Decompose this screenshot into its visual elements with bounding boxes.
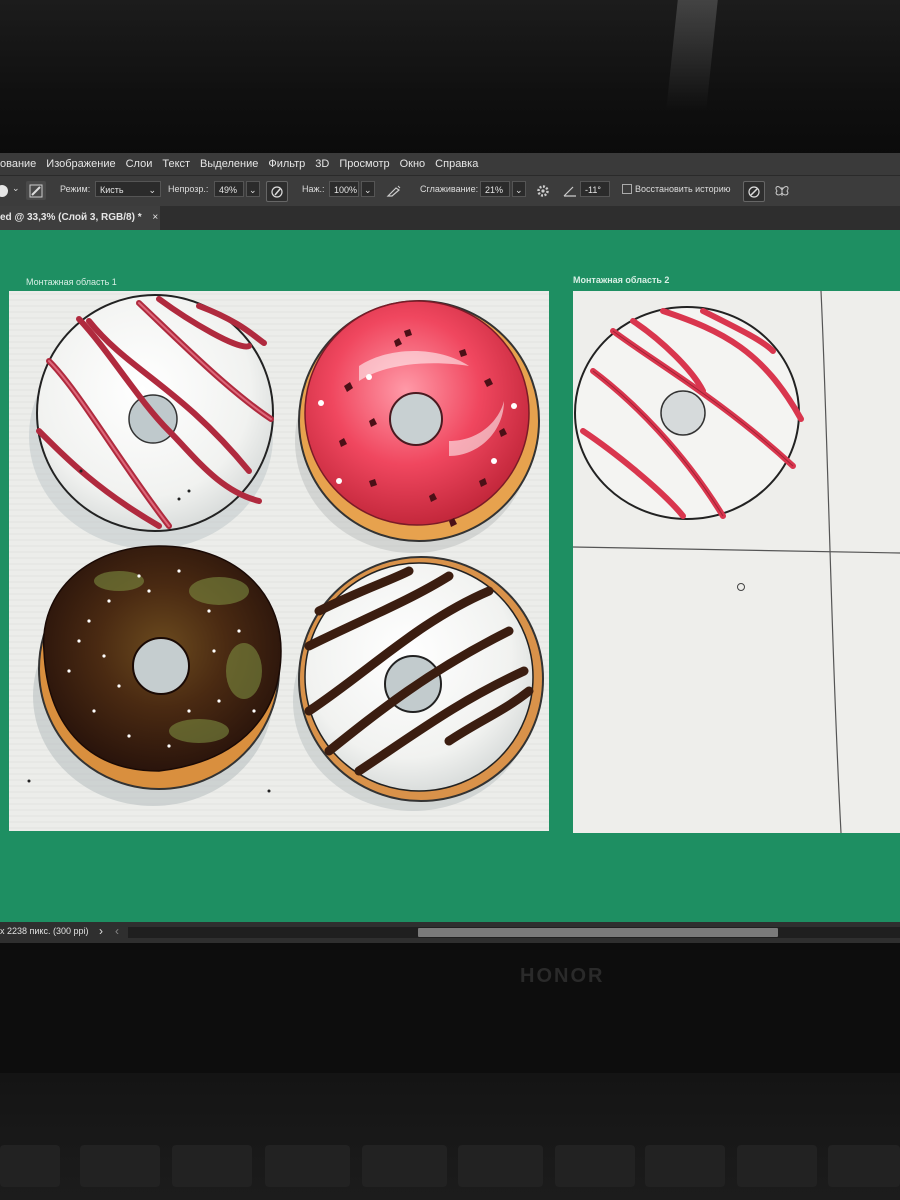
status-bar: x 2238 пикс. (300 ppi) › ‹ (0, 922, 900, 943)
pressure-dropdown[interactable]: ⌄ (361, 181, 375, 197)
document-info[interactable]: x 2238 пикс. (300 ppi) (0, 926, 88, 936)
keyboard-key (555, 1145, 635, 1187)
horizontal-scrollbar[interactable] (128, 927, 900, 938)
donuts-illustration (9, 291, 549, 831)
mode-value: Кисть (100, 185, 124, 195)
laptop-bezel (0, 943, 900, 1073)
restore-history-label: Восстановить историю (635, 184, 731, 194)
chevron-down-icon[interactable]: ⌄ (12, 183, 20, 194)
smoothing-input[interactable]: 21% (480, 181, 510, 197)
keyboard-key (265, 1145, 350, 1187)
opacity-input[interactable]: 49% (214, 181, 244, 197)
pressure-label: Наж.: (302, 184, 325, 194)
menu-item-type[interactable]: Текст (157, 158, 195, 170)
sketch-illustration (573, 291, 900, 833)
smoothing-label: Сглаживание: (420, 184, 479, 194)
menu-item-select[interactable]: Выделение (195, 158, 263, 170)
keyboard-key (458, 1145, 543, 1187)
menu-item-3d[interactable]: 3D (310, 158, 334, 170)
symmetry-butterfly-icon[interactable] (772, 181, 792, 200)
angle-input[interactable]: -11° (580, 181, 610, 197)
mode-label: Режим: (60, 184, 91, 194)
brush-preset-icon[interactable] (0, 181, 12, 200)
artboard-2-label[interactable]: Монтажная область 2 (573, 275, 669, 285)
smoothing-value: 21% (485, 185, 504, 195)
angle-icon (560, 181, 580, 200)
workspace-canvas[interactable]: Монтажная область 1 Монтажная область 2 (0, 230, 900, 922)
menu-item-help[interactable]: Справка (430, 158, 483, 170)
menu-item-image[interactable]: Изображение (41, 158, 120, 170)
chevron-down-icon: ⌄ (148, 185, 156, 195)
scrollbar-thumb[interactable] (418, 928, 778, 937)
menu-item-filter[interactable]: Фильтр (263, 158, 310, 170)
document-tab-bar: ed @ 33,3% (Слой 3, RGB/8) * × (0, 206, 900, 230)
artboard-1-label[interactable]: Монтажная область 1 (26, 277, 117, 287)
artboard-2[interactable] (573, 291, 900, 833)
menu-bar: ование Изображение Слои Текст Выделение … (0, 153, 900, 175)
keyboard-key (172, 1145, 252, 1187)
laptop-screen: ование Изображение Слои Текст Выделение … (0, 153, 900, 943)
smoothing-dropdown[interactable]: ⌄ (512, 181, 526, 197)
mode-select[interactable]: Кисть ⌄ (95, 181, 161, 197)
brush-settings-icon[interactable] (26, 181, 46, 200)
pressure-size-icon[interactable] (743, 181, 765, 202)
status-arrow-left[interactable]: ‹ (115, 924, 119, 938)
restore-history-checkbox[interactable] (622, 184, 632, 194)
menu-item-window[interactable]: Окно (395, 158, 431, 170)
options-bar: ⌄ Режим: Кисть ⌄ Непрозр.: 49% ⌄ Наж.: 1… (0, 175, 900, 207)
keyboard-key (828, 1145, 900, 1187)
menu-item-layers[interactable]: Слои (121, 158, 158, 170)
laptop-brand-logo: HONOR (520, 965, 605, 987)
donut-chocolate-sprinkles (33, 545, 282, 806)
artboard-1[interactable] (9, 291, 549, 831)
document-tab[interactable]: ed @ 33,3% (Слой 3, RGB/8) * × (0, 206, 160, 230)
keyboard-key (737, 1145, 817, 1187)
gear-icon[interactable] (533, 181, 553, 200)
keyboard-key (362, 1145, 447, 1187)
menu-item-view[interactable]: Просмотр (334, 158, 394, 170)
pressure-opacity-icon[interactable] (266, 181, 288, 202)
status-arrow-right[interactable]: › (99, 924, 103, 938)
opacity-label: Непрозр.: (168, 184, 209, 194)
keyboard-key (645, 1145, 725, 1187)
opacity-value: 49% (219, 185, 238, 195)
keyboard-key (0, 1145, 60, 1187)
pressure-input[interactable]: 100% (329, 181, 359, 197)
menu-item-edit[interactable]: ование (0, 158, 41, 170)
document-tab-title: ed @ 33,3% (Слой 3, RGB/8) * (0, 212, 142, 223)
airbrush-icon[interactable] (384, 181, 404, 200)
pressure-value: 100% (334, 185, 358, 195)
close-icon[interactable]: × (152, 212, 158, 223)
angle-value: -11° (585, 185, 601, 195)
donut-sketch-pink-drizzle (574, 306, 804, 520)
background-room (0, 0, 900, 155)
keyboard-key (80, 1145, 160, 1187)
opacity-dropdown[interactable]: ⌄ (246, 181, 260, 197)
